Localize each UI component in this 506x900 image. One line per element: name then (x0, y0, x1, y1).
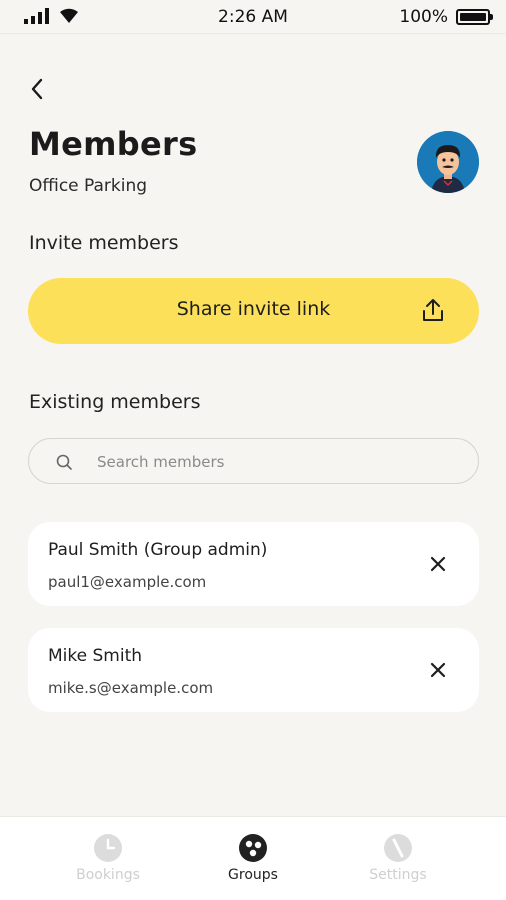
invite-members-heading: Invite members (29, 232, 179, 254)
avatar[interactable] (417, 131, 479, 193)
existing-members-heading: Existing members (29, 391, 201, 413)
member-email: paul1@example.com (48, 573, 207, 591)
battery-level (460, 13, 486, 21)
share-invite-link-label: Share invite link (176, 298, 331, 320)
search-input[interactable] (97, 450, 457, 474)
nav-label-groups: Groups (228, 867, 278, 883)
search-bar (28, 438, 479, 484)
battery-percent: 100% (399, 7, 448, 27)
user-avatar-icon (417, 131, 479, 193)
upload-share-icon (423, 299, 443, 321)
member-email: mike.s@example.com (48, 679, 214, 697)
nav-item-settings[interactable]: Settings (338, 833, 458, 883)
bottom-nav: Bookings Groups Settings (0, 816, 506, 900)
close-icon (430, 662, 446, 678)
close-icon (430, 556, 446, 572)
nav-label-bookings: Bookings (76, 867, 140, 883)
page-title: Members (29, 125, 198, 163)
status-bar: 2:26 AM 100% (0, 0, 506, 34)
battery-icon (456, 9, 493, 25)
group-name: Office Parking (29, 176, 148, 196)
member-name: Mike Smith (48, 646, 143, 666)
groups-icon (239, 834, 267, 862)
back-button[interactable] (22, 74, 52, 104)
share-invite-link-button[interactable]: Share invite link (28, 278, 479, 344)
settings-icon (384, 834, 412, 862)
status-right: 100% (399, 7, 493, 27)
member-name: Paul Smith (Group admin) (48, 540, 268, 560)
remove-member-button[interactable] (425, 551, 451, 577)
remove-member-button[interactable] (425, 657, 451, 683)
nav-item-bookings[interactable]: Bookings (48, 833, 168, 883)
nav-item-groups[interactable]: Groups (193, 833, 313, 883)
member-card: Mike Smith mike.s@example.com (28, 628, 479, 712)
nav-label-settings: Settings (369, 867, 427, 883)
chevron-left-icon (31, 78, 43, 100)
clock-icon (94, 834, 122, 862)
member-card: Paul Smith (Group admin) paul1@example.c… (28, 522, 479, 606)
search-icon (56, 454, 72, 470)
